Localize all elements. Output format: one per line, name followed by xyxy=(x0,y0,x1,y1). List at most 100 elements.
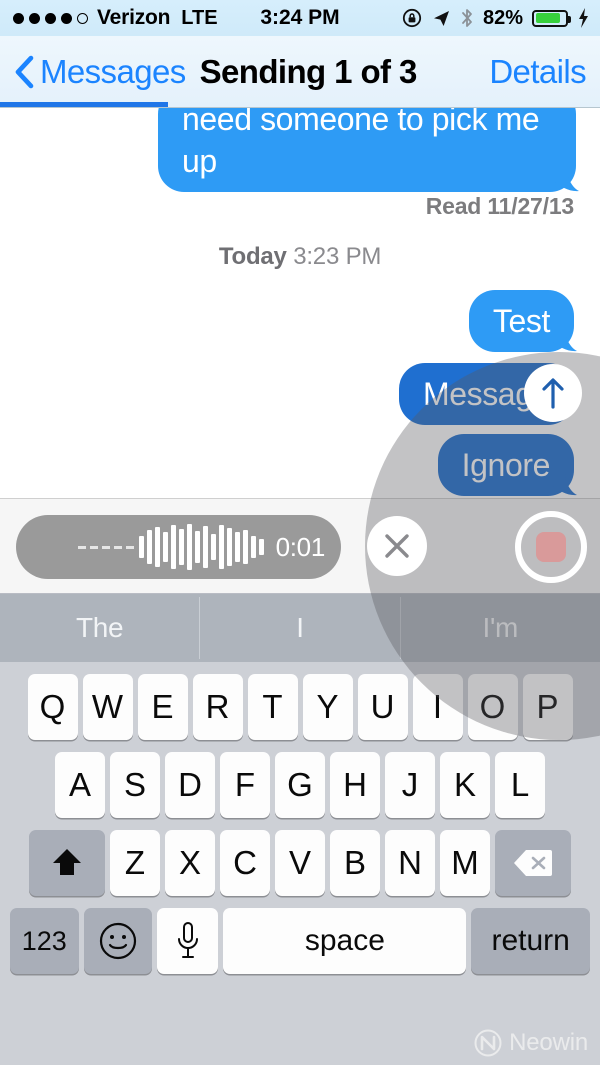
keyboard-row-3: ZXCVBNM xyxy=(0,830,600,896)
key-p[interactable]: P xyxy=(522,674,573,740)
waveform-bar xyxy=(234,532,240,562)
waveform-bar xyxy=(162,532,168,562)
time-label: 3:23 PM xyxy=(293,243,382,270)
key-k[interactable]: K xyxy=(440,752,490,818)
send-progress-fill xyxy=(0,102,168,107)
neowin-logo-icon xyxy=(474,1029,502,1057)
message-bubble-test[interactable]: Test xyxy=(468,290,577,352)
key-i[interactable]: I xyxy=(412,674,463,740)
bubble-tail-icon xyxy=(553,169,579,192)
day-timestamp: Today 3:23 PM xyxy=(0,243,600,271)
message-text: need someone to pick me up xyxy=(182,108,540,179)
waveform-bar xyxy=(218,525,224,569)
shift-up-arrow-icon xyxy=(53,849,81,875)
waveform-bar xyxy=(202,526,208,568)
neowin-watermark: Neowin xyxy=(474,1029,588,1057)
key-v[interactable]: V xyxy=(275,830,325,896)
key-j[interactable]: J xyxy=(385,752,435,818)
key-r[interactable]: R xyxy=(192,674,243,740)
waveform-bar xyxy=(242,530,248,564)
waveform-bar xyxy=(194,531,200,563)
shift-key[interactable] xyxy=(29,830,105,896)
emoji-smiley-icon xyxy=(99,922,137,960)
key-e[interactable]: E xyxy=(137,674,188,740)
dictation-key[interactable] xyxy=(157,908,219,974)
audio-waveform-pill[interactable]: 0:01 xyxy=(16,515,341,579)
key-t[interactable]: T xyxy=(247,674,298,740)
close-x-icon xyxy=(385,534,409,558)
neowin-watermark-label: Neowin xyxy=(509,1029,588,1056)
key-y[interactable]: Y xyxy=(302,674,353,740)
key-l[interactable]: L xyxy=(495,752,545,818)
key-c[interactable]: C xyxy=(220,830,270,896)
message-text: Ignore xyxy=(461,447,551,483)
back-button-label: Messages xyxy=(40,52,186,90)
key-z[interactable]: Z xyxy=(110,830,160,896)
iphone-screen: Verizon LTE 3:24 PM 82% Messages Sending… xyxy=(0,0,600,1065)
arrow-up-icon xyxy=(542,378,564,409)
battery-icon xyxy=(532,9,571,27)
predictive-suggestion-bar: The I I'm xyxy=(0,594,600,662)
suggestion-i[interactable]: I xyxy=(200,594,399,662)
key-s[interactable]: S xyxy=(110,752,160,818)
send-progress-bar xyxy=(0,102,600,107)
details-button[interactable]: Details xyxy=(489,53,586,91)
bubble-tail-icon xyxy=(551,329,577,352)
navigation-bar: Messages Sending 1 of 3 Details xyxy=(0,36,600,108)
backspace-key[interactable] xyxy=(495,830,571,896)
space-key[interactable]: space xyxy=(223,908,467,974)
waveform-bar xyxy=(146,530,152,564)
key-x[interactable]: X xyxy=(165,830,215,896)
key-g[interactable]: G xyxy=(275,752,325,818)
keyboard-row-4: 123 space return xyxy=(0,908,600,974)
read-receipt-label: Read 11/27/13 xyxy=(425,193,574,219)
status-bar: Verizon LTE 3:24 PM 82% xyxy=(0,0,600,36)
waveform-bar xyxy=(250,536,256,558)
waveform-bar xyxy=(178,529,184,565)
waveform-bar xyxy=(138,536,144,558)
stop-recording-button[interactable] xyxy=(515,511,587,583)
backspace-icon xyxy=(514,850,552,876)
audio-recorder-bar: 0:01 xyxy=(0,498,600,594)
key-o[interactable]: O xyxy=(467,674,518,740)
back-to-messages-button[interactable]: Messages xyxy=(14,53,186,91)
key-q[interactable]: Q xyxy=(27,674,78,740)
key-h[interactable]: H xyxy=(330,752,380,818)
message-bubble-ignore[interactable]: Ignore xyxy=(437,434,577,496)
key-f[interactable]: F xyxy=(220,752,270,818)
suggestion-im[interactable]: I'm xyxy=(401,594,600,662)
day-label: Today xyxy=(218,243,287,270)
waveform-bar xyxy=(258,539,264,555)
charging-bolt-icon xyxy=(579,8,588,28)
send-button[interactable] xyxy=(524,364,582,422)
message-text: Test xyxy=(492,303,550,339)
waveform-bars xyxy=(138,524,264,570)
emoji-key[interactable] xyxy=(83,908,153,974)
message-transcript[interactable]: need someone to pick me up Read 11/27/13… xyxy=(0,108,600,498)
rotation-lock-icon xyxy=(402,8,422,28)
return-key[interactable]: return xyxy=(471,908,590,974)
suggestion-the[interactable]: The xyxy=(0,594,199,662)
waveform-bar xyxy=(210,534,216,560)
key-n[interactable]: N xyxy=(385,830,435,896)
battery-fill xyxy=(535,13,561,23)
status-bar-right: 82% xyxy=(402,7,590,30)
key-a[interactable]: A xyxy=(55,752,105,818)
keyboard-row-1: QWERTYUIOP xyxy=(0,674,600,740)
message-bubble-previous[interactable]: need someone to pick me up xyxy=(158,108,579,192)
on-screen-keyboard: QWERTYUIOP ASDFGHJKL ZXCVBNM 123 space r… xyxy=(0,662,600,1065)
keyboard-row-3-letters: ZXCVBNM xyxy=(108,830,493,896)
battery-percent-label: 82% xyxy=(482,6,523,29)
key-u[interactable]: U xyxy=(357,674,408,740)
recording-timer: 0:01 xyxy=(275,531,326,562)
key-w[interactable]: W xyxy=(82,674,133,740)
bubble-tail-icon xyxy=(551,473,577,496)
waveform-leader-dashes xyxy=(77,545,134,549)
chevron-left-icon xyxy=(15,55,34,88)
cancel-recording-button[interactable] xyxy=(367,516,427,576)
key-b[interactable]: B xyxy=(330,830,380,896)
location-arrow-icon xyxy=(433,11,449,26)
numbers-key[interactable]: 123 xyxy=(10,908,79,974)
key-m[interactable]: M xyxy=(440,830,490,896)
key-d[interactable]: D xyxy=(165,752,215,818)
